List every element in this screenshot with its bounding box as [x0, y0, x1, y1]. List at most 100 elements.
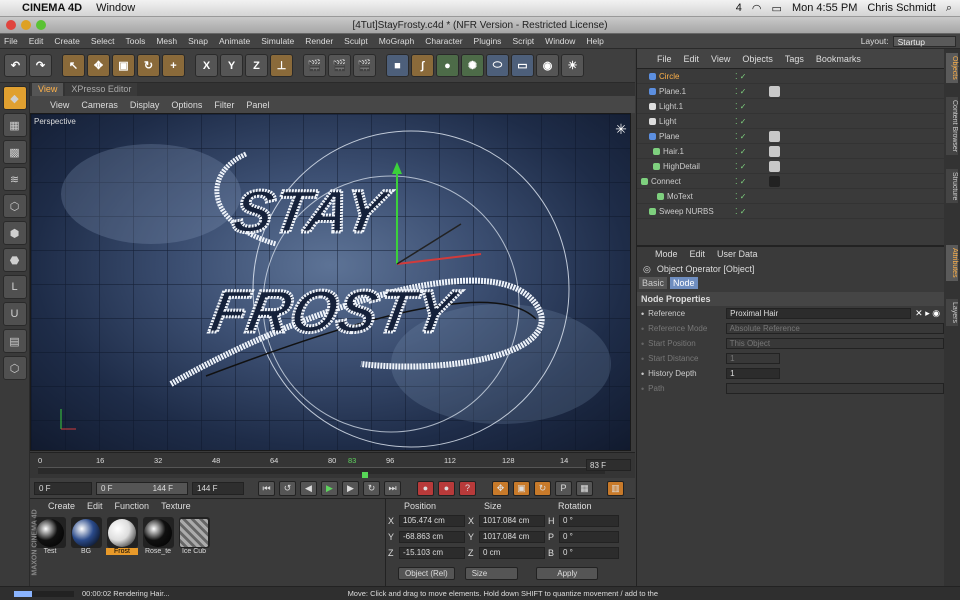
viewport-menu-options[interactable]: Options — [171, 100, 202, 110]
coord-mode-select[interactable]: Object (Rel) — [398, 566, 455, 580]
object-item[interactable]: Plane.1 — [649, 87, 739, 96]
position-field[interactable]: -68.863 cm — [399, 531, 465, 543]
pen-icon[interactable]: ∫ — [411, 54, 434, 77]
object-item[interactable]: Hair.1 — [653, 147, 743, 156]
wifi-icon[interactable]: ◠ — [752, 2, 762, 15]
tab-view[interactable]: View — [32, 83, 64, 96]
material-tag-icon[interactable] — [769, 160, 780, 172]
object-row[interactable]: Plane.1 ⁚ ✓ — [637, 84, 944, 99]
render-view-icon[interactable]: 🎬 — [303, 54, 326, 77]
side-tab-objects[interactable]: Objects — [946, 53, 958, 83]
menu-render[interactable]: Render — [305, 36, 333, 46]
menu-select[interactable]: Select — [91, 36, 115, 46]
autokey-icon[interactable]: ● — [438, 480, 455, 496]
rotation-field[interactable]: 0 ° — [559, 531, 619, 543]
array-icon[interactable]: ✺ — [461, 54, 484, 77]
tab-basic[interactable]: Basic — [639, 277, 668, 289]
material-item[interactable]: Test — [34, 517, 66, 555]
render-picture-viewer-icon[interactable]: 🎬 — [328, 54, 351, 77]
size-mode-select[interactable]: Size — [464, 566, 519, 580]
app-menu[interactable]: CINEMA 4D — [22, 2, 82, 14]
key-parameter-icon[interactable]: P — [555, 480, 572, 496]
stay-text[interactable]: STAY — [226, 176, 397, 246]
floor-icon[interactable]: ▭ — [511, 54, 534, 77]
rotation-field[interactable]: 0 ° — [559, 515, 619, 527]
key-rotation-icon[interactable]: ↻ — [534, 480, 551, 496]
redo-icon[interactable]: ↷ — [29, 54, 52, 77]
menu-mesh[interactable]: Mesh — [156, 36, 177, 46]
layout-select[interactable]: Startup — [892, 35, 956, 47]
object-row[interactable]: Sweep NURBS ⁚ ✓ — [637, 204, 944, 219]
record-icon[interactable]: ● — [417, 480, 434, 496]
add-icon[interactable]: + — [162, 54, 185, 77]
menu-tools[interactable]: Tools — [126, 36, 146, 46]
frosty-text[interactable]: FROSTY — [204, 276, 467, 346]
light-icon[interactable]: ☀ — [561, 54, 584, 77]
viewport-menu-view[interactable]: View — [50, 100, 69, 110]
attr-menu-edit[interactable]: Edit — [690, 249, 706, 259]
live-selection-icon[interactable]: ↖ — [62, 54, 85, 77]
menu-plugins[interactable]: Plugins — [474, 36, 502, 46]
objects-menu-bookmarks[interactable]: Bookmarks — [816, 54, 861, 64]
spotlight-icon[interactable]: ⌕ — [946, 2, 952, 15]
window-menu[interactable]: Window — [96, 2, 135, 14]
previous-frame-icon[interactable]: ◀ — [300, 480, 317, 496]
material-tag-icon[interactable] — [769, 130, 780, 142]
property-value[interactable]: This Object — [725, 338, 944, 349]
objects-menu-view[interactable]: View — [711, 54, 730, 64]
object-row[interactable]: Plane ⁚ ✓ — [637, 129, 944, 144]
previous-key-icon[interactable]: ↺ — [279, 480, 296, 496]
material-tag-icon[interactable] — [769, 85, 780, 97]
attr-menu-mode[interactable]: Mode — [655, 249, 678, 259]
property-value[interactable] — [725, 383, 944, 394]
menu-window[interactable]: Window — [545, 36, 575, 46]
next-frame-icon[interactable]: ▶ — [342, 480, 359, 496]
visibility-flags-icon[interactable]: ⁚ ✓ — [735, 72, 746, 81]
visibility-flags-icon[interactable]: ⁚ ✓ — [735, 117, 746, 126]
key-pla-icon[interactable]: ▦ — [576, 480, 593, 496]
viewport-menu-filter[interactable]: Filter — [214, 100, 234, 110]
coordinate-system-icon[interactable]: ⊥ — [270, 54, 293, 77]
cube-icon[interactable]: ■ — [386, 54, 409, 77]
minimize-icon[interactable] — [21, 20, 31, 30]
keyframe-selection-icon[interactable]: ? — [459, 480, 476, 496]
side-tab-attributes[interactable]: Attributes — [946, 245, 958, 281]
visibility-flags-icon[interactable]: ⁚ ✓ — [735, 207, 746, 216]
end-frame-field[interactable]: 144 F — [192, 481, 244, 495]
property-value[interactable]: Proximal Hair — [726, 308, 912, 319]
viewport-menu-cameras[interactable]: Cameras — [81, 100, 118, 110]
menu-file[interactable]: File — [4, 36, 18, 46]
workplane-icon[interactable]: ≋ — [2, 167, 27, 191]
object-row[interactable]: Light.1 ⁚ ✓ — [637, 99, 944, 114]
object-item[interactable]: Plane — [649, 132, 739, 141]
perspective-viewport[interactable]: STAY FROSTY ✳ Perspective — [30, 113, 631, 451]
animate-dot-icon[interactable]: • — [641, 354, 644, 364]
move-icon[interactable]: ✥ — [87, 54, 110, 77]
menu-create[interactable]: Create — [54, 36, 80, 46]
position-field[interactable]: 105.474 cm — [399, 515, 465, 527]
animate-dot-icon[interactable]: • — [641, 309, 644, 319]
menu-mograph[interactable]: MoGraph — [379, 36, 414, 46]
side-tab-content-browser[interactable]: Content Browser — [946, 97, 958, 156]
key-scale-icon[interactable]: ▣ — [513, 480, 530, 496]
visibility-flags-icon[interactable]: ⁚ ✓ — [735, 177, 746, 186]
object-item[interactable]: HighDetail — [653, 162, 743, 171]
key-position-icon[interactable]: ✥ — [492, 480, 509, 496]
object-item[interactable]: Circle — [649, 72, 739, 81]
objects-menu-edit[interactable]: Edit — [684, 54, 700, 64]
camera-icon[interactable]: ◉ — [536, 54, 559, 77]
material-menu-function[interactable]: Function — [115, 501, 150, 511]
object-row[interactable]: HighDetail ⁚ ✓ — [637, 159, 944, 174]
side-tab-structure[interactable]: Structure — [946, 169, 958, 204]
rotation-field[interactable]: 0 ° — [559, 547, 619, 559]
object-row[interactable]: Light ⁚ ✓ — [637, 114, 944, 129]
edges-mode-icon[interactable]: ⬢ — [2, 221, 27, 245]
user-name[interactable]: Chris Schmidt — [867, 2, 935, 14]
scale-icon[interactable]: ▣ — [112, 54, 135, 77]
timeline-track[interactable] — [38, 467, 605, 486]
animate-dot-icon[interactable]: • — [641, 369, 644, 379]
workplane-grid-icon[interactable]: ▤ — [2, 329, 27, 353]
visibility-flags-icon[interactable]: ⁚ ✓ — [735, 192, 746, 201]
play-icon[interactable]: ▶ — [321, 480, 338, 496]
material-item[interactable]: Ice Cub — [178, 517, 210, 555]
